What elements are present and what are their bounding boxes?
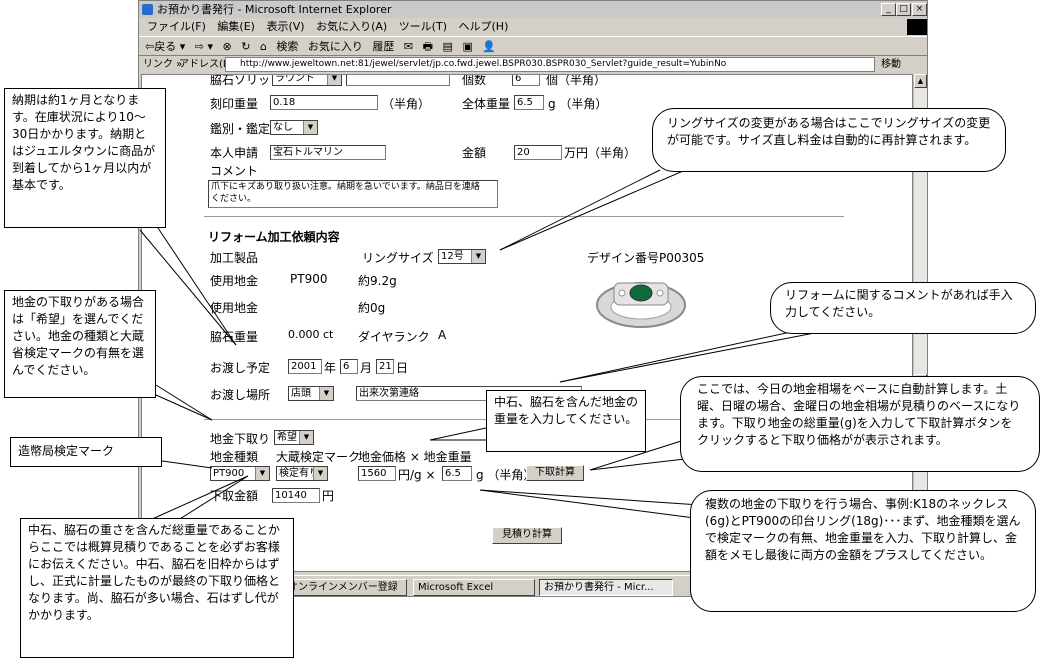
note-tradein: 地金の下取りがある場合は「希望」を選んでください。地金の種類と大蔵省検定マークの… <box>4 290 156 398</box>
note-mint-mark: 造幣局検定マーク <box>10 437 162 467</box>
note-reform-comment: リフォームに関するコメントがあれば手入力してください。 <box>770 282 1036 334</box>
note-stone-weight: 中石、脇石を含んだ地金の重量を入力してください。 <box>486 390 646 452</box>
note-multiple-tradein: 複数の地金の下取りを行う場合、事例:K18のネックレス(6g)とPT900の印台… <box>690 490 1036 612</box>
note-total-weight: 中石、脇石の重さを含んだ総重量であることからここでは概算見積りであることを必ずお… <box>20 518 294 658</box>
note-ring-size: リングサイズの変更がある場合はここでリングサイズの変更が可能です。サイズ直し料金… <box>652 108 1006 172</box>
note-delivery: 納期は約1ヶ月となります。在庫状況により10〜30日かかります。納期とはジュエル… <box>4 88 166 228</box>
note-auto-calc: ここでは、今日の地金相場をベースに自動計算します。土曜、日曜の場合、金曜日の地金… <box>680 376 1040 472</box>
